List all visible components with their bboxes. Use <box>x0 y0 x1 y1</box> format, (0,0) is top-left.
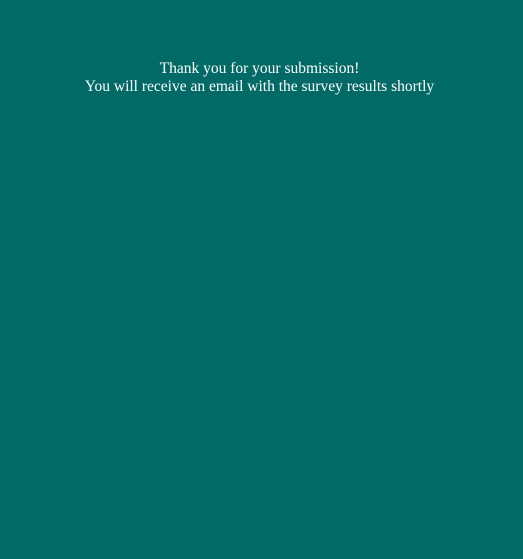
confirmation-message: Thank you for your submission! You will … <box>0 60 519 96</box>
confirmation-page: { "theme": { "background": "#016966", "t… <box>0 0 523 559</box>
thank-you-heading: Thank you for your submission! <box>159 60 360 77</box>
email-notice-text: You will receive an email with the surve… <box>84 78 435 95</box>
